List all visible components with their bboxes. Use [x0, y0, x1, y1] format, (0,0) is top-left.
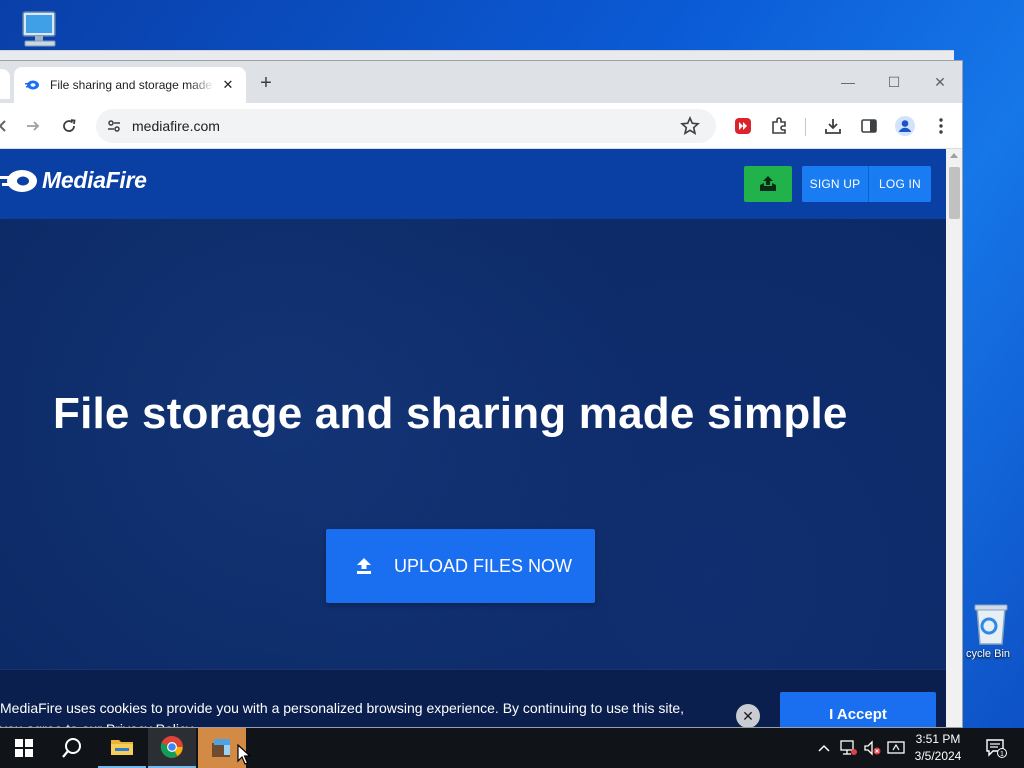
clock-time: 3:51 PM — [915, 732, 961, 746]
forward-icon — [27, 121, 40, 131]
search-button[interactable] — [48, 728, 96, 768]
desktop-icon-this-pc[interactable] — [14, 10, 66, 52]
scroll-up-arrow-icon[interactable] — [950, 153, 958, 158]
action-tray-button[interactable] — [884, 728, 908, 768]
forward-button[interactable] — [18, 111, 48, 141]
logo-text: MediaFire — [42, 167, 147, 193]
side-panel-button[interactable] — [854, 111, 884, 141]
address-bar[interactable]: mediafire.com — [96, 109, 716, 143]
upload-files-button[interactable]: UPLOAD FILES NOW — [326, 529, 595, 603]
tab-strip: File sharing and storage made simple ✕ +… — [0, 61, 962, 103]
header-upload-button[interactable] — [744, 166, 792, 202]
tab-previous[interactable] — [0, 69, 10, 99]
cookie-close-button[interactable]: ✕ — [736, 704, 760, 727]
browser-toolbar: mediafire.com — [0, 103, 962, 149]
download-icon — [825, 119, 841, 134]
file-explorer-button[interactable] — [98, 728, 146, 768]
upload-arrow-icon — [357, 558, 371, 574]
minimize-button[interactable]: — — [825, 67, 871, 97]
web-page: MediaFire SIGN UP LOG IN File storage an… — [0, 149, 946, 727]
mediafire-favicon-icon — [25, 80, 39, 90]
reload-icon — [63, 119, 76, 132]
browser-menu-button[interactable] — [926, 111, 956, 141]
tab-mediafire[interactable]: File sharing and storage made simple ✕ — [14, 67, 246, 103]
auth-buttons: SIGN UP LOG IN — [802, 166, 931, 202]
tab-close-icon[interactable]: ✕ — [220, 77, 236, 93]
extension-button[interactable] — [728, 111, 758, 141]
cookie-accept-button[interactable]: I Accept — [780, 692, 936, 727]
browser-window: File sharing and storage made simple ✕ +… — [0, 60, 963, 728]
side-panel-icon — [861, 119, 877, 133]
extension-icon — [735, 118, 751, 134]
scroll-thumb[interactable] — [949, 167, 960, 219]
tab-title: File sharing and storage made simple — [50, 78, 214, 92]
network-icon — [840, 740, 857, 755]
hero-section: File storage and sharing made simple UPL… — [0, 219, 946, 727]
file-explorer-icon — [111, 740, 133, 755]
tray-overflow-button[interactable] — [812, 728, 836, 768]
mediafire-logo-icon — [0, 169, 37, 192]
back-button[interactable] — [0, 111, 18, 141]
volume-tray-button[interactable] — [860, 728, 884, 768]
profile-button[interactable] — [890, 111, 920, 141]
hero-title: File storage and sharing made simple — [53, 389, 848, 438]
maximize-button[interactable]: ☐ — [871, 67, 917, 97]
chevron-up-icon — [818, 744, 830, 752]
network-tray-button[interactable] — [836, 728, 860, 768]
mediafire-logo[interactable]: MediaFire — [0, 167, 147, 194]
recycle-bin-icon — [974, 604, 1008, 645]
menu-icon — [939, 118, 943, 134]
cookie-banner: MediaFire uses cookies to provide you wi… — [0, 669, 946, 727]
cookie-message: MediaFire uses cookies to provide you wi… — [0, 700, 685, 727]
sign-up-button[interactable]: SIGN UP — [802, 166, 869, 202]
close-window-button[interactable]: ✕ — [917, 67, 962, 97]
toolbar-separator — [805, 118, 806, 136]
desktop-icon-label: cycle Bin — [965, 648, 1011, 660]
reload-button[interactable] — [54, 111, 84, 141]
system-tray — [812, 728, 908, 768]
upload-tray-icon — [760, 176, 776, 191]
log-in-button[interactable]: LOG IN — [869, 166, 931, 202]
site-info-icon[interactable] — [106, 118, 122, 134]
downloads-button[interactable] — [818, 111, 848, 141]
page-scrollbar[interactable] — [946, 149, 962, 727]
chrome-icon — [160, 735, 183, 758]
display-icon — [887, 741, 905, 754]
taskbar-clock[interactable]: 3:51 PM 3/5/2024 — [906, 731, 970, 765]
chrome-taskbar-button[interactable] — [148, 728, 196, 768]
profile-icon — [895, 116, 915, 136]
mouse-cursor-icon — [237, 744, 251, 765]
volume-muted-icon — [864, 740, 881, 756]
new-tab-button[interactable]: + — [254, 71, 278, 95]
clock-date: 3/5/2024 — [914, 749, 962, 763]
notification-icon: 1 — [986, 739, 1007, 758]
start-button[interactable] — [0, 728, 48, 768]
taskbar: 3:51 PM 3/5/2024 1 — [0, 728, 1024, 768]
notification-count: 1 — [1000, 751, 1004, 758]
windows-start-icon — [15, 739, 33, 757]
app-icon — [212, 739, 230, 757]
computer-icon — [22, 11, 56, 47]
back-icon — [0, 120, 6, 132]
notification-center-button[interactable]: 1 — [978, 728, 1014, 768]
site-header: MediaFire SIGN UP LOG IN — [0, 149, 946, 219]
star-icon[interactable] — [680, 116, 700, 136]
puzzle-icon — [772, 117, 786, 134]
url-text: mediafire.com — [132, 118, 220, 134]
search-icon — [62, 738, 81, 758]
upload-files-label: UPLOAD FILES NOW — [394, 555, 573, 576]
extensions-button[interactable] — [764, 111, 794, 141]
